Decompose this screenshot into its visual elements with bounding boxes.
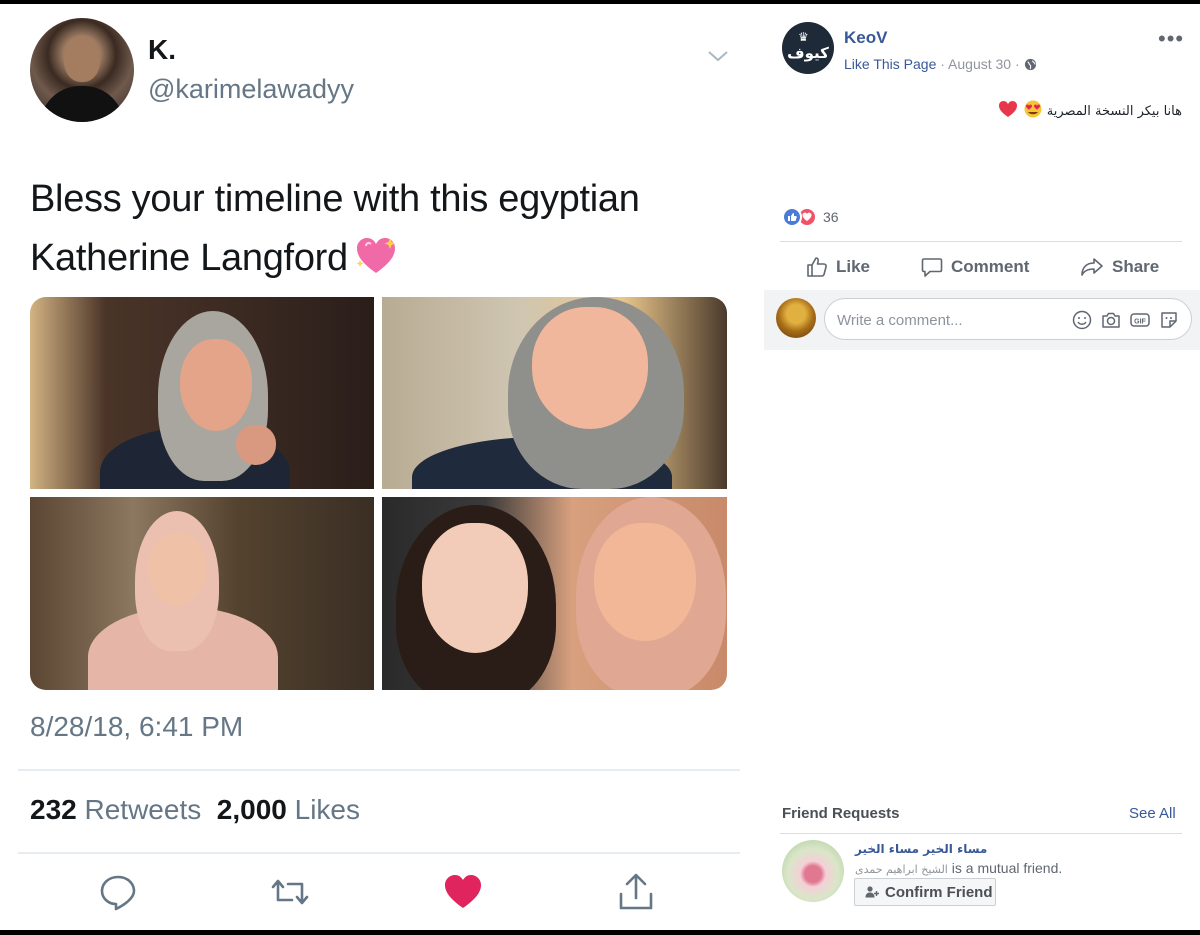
divider xyxy=(780,241,1182,242)
comment-button-label: Comment xyxy=(951,257,1030,276)
avatar-face xyxy=(64,36,100,82)
friend-request-name[interactable]: مساء الخير مساء الخير xyxy=(855,842,987,856)
camera-icon[interactable] xyxy=(1100,309,1122,331)
friend-request-avatar[interactable] xyxy=(782,840,844,902)
tweet-text: Bless your timeline with this egyptian K… xyxy=(30,170,730,288)
retweet-count[interactable]: 232 xyxy=(30,794,77,825)
like-reaction-icon xyxy=(782,207,802,227)
svg-text:GIF: GIF xyxy=(1134,319,1146,326)
page-logo[interactable]: ♛ كيوف xyxy=(782,22,834,74)
red-heart-icon xyxy=(999,101,1018,117)
like-label[interactable]: Likes xyxy=(295,794,360,825)
tweet-author-handle[interactable]: @karimelawadyy xyxy=(148,74,354,105)
thumbs-up-icon xyxy=(807,257,827,277)
tweet-photo-grid[interactable] xyxy=(30,297,727,690)
more-options-icon[interactable]: ••• xyxy=(1158,26,1184,52)
see-all-link[interactable]: See All xyxy=(1129,805,1176,822)
confirm-friend-label: Confirm Friend xyxy=(885,883,993,901)
sparkling-heart-icon xyxy=(356,238,396,273)
globe-icon xyxy=(1024,58,1036,71)
like-button[interactable]: Like xyxy=(806,252,870,282)
tweet-avatar[interactable] xyxy=(30,18,134,122)
reaction-count[interactable]: 36 xyxy=(823,209,839,225)
page-logo-text: كيوف xyxy=(787,44,829,62)
tweet-photo-3[interactable] xyxy=(30,497,374,690)
post-date[interactable]: August 30 xyxy=(948,56,1011,72)
tweet-card: K. @karimelawadyy Bless your timeline wi… xyxy=(0,4,760,930)
tweet-stats: 232 Retweets 2,000 Likes xyxy=(30,794,360,826)
post-meta: Like This Page · August 30 · xyxy=(844,56,1037,72)
tweet-photo-2[interactable] xyxy=(382,297,727,489)
heart-eyes-emoji-icon xyxy=(1024,100,1042,118)
page-name[interactable]: KeoV xyxy=(844,28,887,48)
confirm-friend-button[interactable]: Confirm Friend xyxy=(854,878,996,906)
add-friend-icon xyxy=(865,886,879,898)
retweet-icon[interactable] xyxy=(270,872,310,912)
mutual-friend-suffix: is a mutual friend. xyxy=(951,860,1063,876)
divider xyxy=(18,852,740,854)
mutual-friend-name[interactable]: الشيخ ابراهيم حمدى xyxy=(855,863,948,876)
tweet-timestamp[interactable]: 8/28/18, 6:41 PM xyxy=(30,711,243,743)
share-icon[interactable] xyxy=(616,872,656,912)
friend-requests-title: Friend Requests xyxy=(782,805,900,822)
comment-input[interactable]: Write a comment... GIF xyxy=(824,298,1192,340)
comment-icon xyxy=(921,258,943,277)
comment-button[interactable]: Comment xyxy=(921,252,1029,282)
reaction-summary[interactable]: 36 xyxy=(782,206,839,228)
divider xyxy=(18,769,740,771)
comment-composer: Write a comment... GIF xyxy=(764,290,1200,350)
facebook-panel: ♛ كيوف KeoV Like This Page · August 30 ·… xyxy=(760,4,1200,930)
reply-icon[interactable] xyxy=(98,872,138,912)
share-arrow-icon xyxy=(1081,258,1103,276)
share-button-label: Share xyxy=(1112,257,1160,276)
mutual-friend-line: الشيخ ابراهيم حمدى is a mutual friend. xyxy=(855,860,1062,876)
like-heart-icon[interactable] xyxy=(443,872,483,912)
tweet-text-content: Bless your timeline with this egyptian K… xyxy=(30,178,640,279)
screenshot-frame: K. @karimelawadyy Bless your timeline wi… xyxy=(0,4,1200,930)
divider xyxy=(780,833,1182,834)
sticker-icon[interactable] xyxy=(1158,309,1180,331)
share-button[interactable]: Share xyxy=(1080,252,1159,282)
retweet-label[interactable]: Retweets xyxy=(85,794,202,825)
post-caption: هانا بيكر النسخة المصرية xyxy=(998,100,1182,119)
like-button-label: Like xyxy=(836,257,871,276)
tweet-author-name[interactable]: K. xyxy=(148,34,176,66)
like-page-link[interactable]: Like This Page xyxy=(844,56,936,72)
tweet-photo-1[interactable] xyxy=(30,297,374,489)
post-caption-text: هانا بيكر النسخة المصرية xyxy=(1046,104,1182,119)
comment-placeholder: Write a comment... xyxy=(837,312,963,329)
gif-icon[interactable]: GIF xyxy=(1129,309,1151,331)
chevron-down-icon[interactable] xyxy=(706,44,730,68)
avatar-shirt xyxy=(40,86,124,122)
facebook-post: ♛ كيوف KeoV Like This Page · August 30 ·… xyxy=(760,4,1200,350)
tweet-photo-4[interactable] xyxy=(382,497,727,690)
emoji-icon[interactable] xyxy=(1071,309,1093,331)
like-count[interactable]: 2,000 xyxy=(217,794,287,825)
commenter-avatar[interactable] xyxy=(776,298,816,338)
crown-icon: ♛ xyxy=(798,30,809,44)
